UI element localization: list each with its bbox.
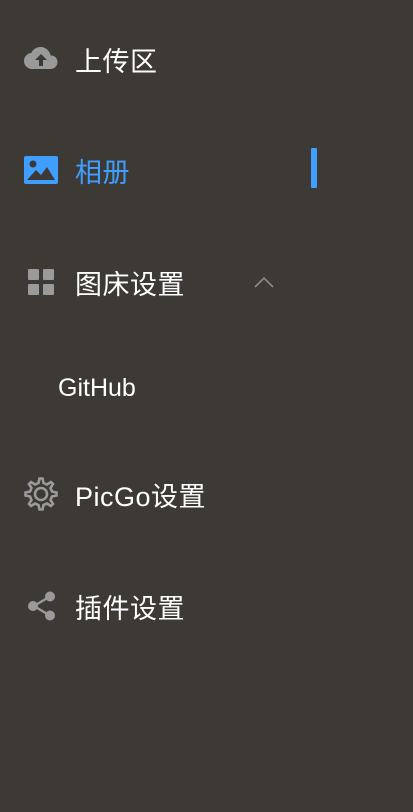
menu-label-pic-bed: 图床设置	[75, 269, 185, 301]
menu-item-gallery[interactable]: 相册	[0, 142, 413, 198]
gear-icon	[24, 477, 58, 511]
menu-item-plugin-settings[interactable]: 插件设置	[0, 578, 413, 634]
menu-label-gallery: 相册	[75, 157, 130, 189]
image-icon	[24, 153, 58, 187]
menu-label-upload: 上传区	[75, 46, 158, 78]
menu-label-picgo-settings: PicGo设置	[75, 481, 207, 512]
menu-label-plugin-settings: 插件设置	[75, 593, 185, 625]
chevron-up-icon[interactable]	[252, 272, 276, 292]
submenu-label-github: GitHub	[58, 373, 136, 402]
share-icon	[24, 589, 58, 623]
cloud-upload-icon	[24, 42, 58, 76]
menu-item-pic-bed[interactable]: 图床设置	[0, 254, 413, 310]
menu-item-picgo-settings[interactable]: PicGo设置	[0, 466, 413, 522]
menu-item-upload[interactable]: 上传区	[0, 31, 413, 87]
sidebar-menu: 上传区 相册 图床设置 GitHub PicGo设置 插件设置	[0, 0, 413, 812]
active-indicator	[311, 148, 317, 188]
grid-icon	[24, 265, 58, 299]
submenu-item-github[interactable]: GitHub	[0, 360, 413, 416]
